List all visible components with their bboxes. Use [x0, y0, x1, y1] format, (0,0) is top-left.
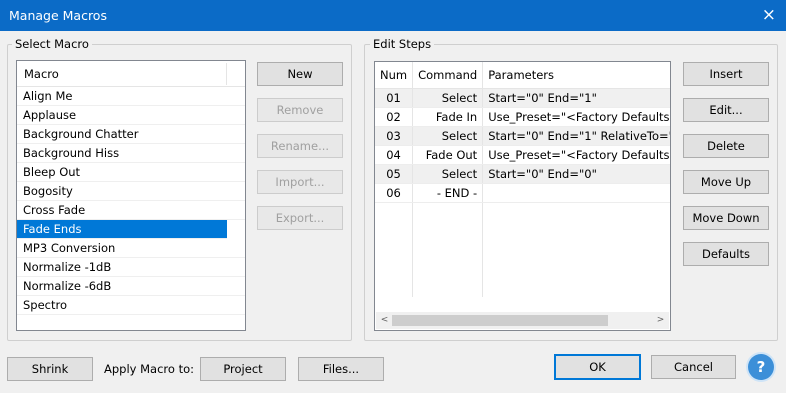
defaults-button[interactable]: Defaults: [683, 242, 769, 266]
horizontal-scrollbar[interactable]: < >: [376, 312, 669, 329]
steps-grid[interactable]: Num Command Parameters 01 Select Start="0"…: [374, 61, 671, 331]
empty-row: [375, 278, 670, 297]
empty-cell: [482, 278, 670, 297]
select-macro-label: Select Macro: [12, 37, 92, 51]
insert-step-button[interactable]: Insert: [683, 62, 769, 86]
edit-steps-label: Edit Steps: [370, 37, 435, 51]
export-macro-button[interactable]: Export...: [257, 206, 343, 230]
empty-cell: [375, 278, 414, 297]
macro-list-item[interactable]: MP3 Conversion: [17, 239, 245, 258]
macro-list-item[interactable]: Align Me: [17, 87, 245, 106]
empty-cell: [482, 240, 670, 259]
macro-list-item[interactable]: Bogosity: [17, 182, 245, 201]
column-divider: [226, 63, 227, 85]
macro-column-header[interactable]: Macro: [24, 67, 59, 81]
empty-row: [375, 221, 670, 240]
step-num-cell: 06: [375, 183, 414, 203]
step-command-cell: Fade Out: [412, 145, 484, 165]
empty-row: [375, 259, 670, 278]
macro-list-item[interactable]: Background Chatter: [17, 125, 245, 144]
empty-cell: [375, 259, 414, 278]
step-num-cell: 04: [375, 145, 414, 165]
step-num-cell: 01: [375, 88, 414, 108]
macro-list-item[interactable]: Normalize -6dB: [17, 277, 245, 296]
macro-list-item[interactable]: Normalize -1dB: [17, 258, 245, 277]
macro-rows: Align Me Applause Background Chatter Backgr…: [17, 87, 245, 315]
empty-cell: [482, 202, 670, 221]
step-params-cell: Start="0" End="1": [482, 88, 670, 108]
apply-project-button[interactable]: Project: [200, 357, 286, 381]
empty-cell: [482, 259, 670, 278]
shrink-button[interactable]: Shrink: [7, 357, 93, 381]
title-bar: Manage Macros ×: [0, 0, 786, 31]
macro-list-item[interactable]: Background Hiss: [17, 144, 245, 163]
step-command-cell: Select: [412, 164, 484, 184]
macro-list-item[interactable]: Fade Ends: [17, 220, 227, 239]
empty-cell: [375, 240, 414, 259]
scroll-right-icon[interactable]: >: [653, 313, 668, 328]
macro-list-item[interactable]: Applause: [17, 106, 245, 125]
move-up-button[interactable]: Move Up: [683, 170, 769, 194]
ok-button[interactable]: OK: [554, 354, 641, 380]
scroll-left-icon[interactable]: <: [377, 313, 392, 328]
empty-cell: [412, 221, 484, 240]
scroll-thumb[interactable]: [392, 315, 608, 326]
step-rows: 01 Select Start="0" End="1" 02 Fade In Use_Pr…: [375, 88, 670, 297]
step-command-cell: - END -: [412, 183, 484, 203]
step-params-cell: Start="0" End="1" RelativeTo="Pr: [482, 126, 670, 146]
macro-list[interactable]: Macro Align Me Applause Background Chatter…: [16, 60, 246, 331]
step-row[interactable]: 06- END -: [375, 183, 670, 203]
step-row[interactable]: 01 Select Start="0" End="1": [375, 88, 670, 108]
move-down-button[interactable]: Move Down: [683, 206, 769, 230]
step-row[interactable]: 02 Fade In Use_Preset="<Factory Defaults>": [375, 107, 670, 127]
empty-cell: [412, 202, 484, 221]
step-params-cell: Use_Preset="<Factory Defaults>": [482, 145, 670, 165]
empty-cell: [375, 202, 414, 221]
num-column-header[interactable]: Num: [375, 62, 414, 89]
new-macro-button[interactable]: New: [257, 62, 343, 86]
import-macro-button[interactable]: Import...: [257, 170, 343, 194]
step-num-cell: 05: [375, 164, 414, 184]
step-row[interactable]: 04 Fade Out Use_Preset="<Factory Defaults>…: [375, 145, 670, 165]
macro-list-item[interactable]: Bleep Out: [17, 163, 245, 182]
empty-cell: [412, 278, 484, 297]
empty-row: [375, 240, 670, 259]
step-num-cell: 03: [375, 126, 414, 146]
apply-files-button[interactable]: Files...: [298, 357, 384, 381]
step-params-cell: Start="0" End="0": [482, 164, 670, 184]
empty-cell: [412, 240, 484, 259]
step-command-cell: Select: [412, 126, 484, 146]
empty-cell: [375, 221, 414, 240]
empty-row: [375, 202, 670, 221]
help-icon[interactable]: ?: [748, 354, 774, 380]
step-row[interactable]: 03 Select Start="0" End="1" RelativeTo="Pr: [375, 126, 670, 146]
step-params-cell: Use_Preset="<Factory Defaults>": [482, 107, 670, 127]
steps-header-row: Num Command Parameters: [375, 62, 670, 89]
step-params-cell: [482, 183, 670, 203]
cancel-button[interactable]: Cancel: [651, 355, 736, 379]
step-num-cell: 02: [375, 107, 414, 127]
step-command-cell: Fade In: [412, 107, 484, 127]
apply-macro-label: Apply Macro to:: [104, 362, 195, 376]
delete-step-button[interactable]: Delete: [683, 134, 769, 158]
empty-cell: [482, 221, 670, 240]
step-row[interactable]: 05 Select Start="0" End="0": [375, 164, 670, 184]
parameters-column-header[interactable]: Parameters: [482, 62, 670, 89]
window-title: Manage Macros: [9, 8, 107, 23]
macro-list-header: Macro: [17, 61, 245, 87]
empty-cell: [412, 259, 484, 278]
edit-step-button[interactable]: Edit...: [683, 98, 769, 122]
macro-list-item[interactable]: Spectro: [17, 296, 245, 315]
rename-macro-button[interactable]: Rename...: [257, 134, 343, 158]
command-column-header[interactable]: Command: [412, 62, 484, 89]
close-icon[interactable]: ×: [762, 4, 776, 26]
remove-macro-button[interactable]: Remove: [257, 98, 343, 122]
step-command-cell: Select: [412, 88, 484, 108]
macro-list-item[interactable]: Cross Fade: [17, 201, 245, 220]
